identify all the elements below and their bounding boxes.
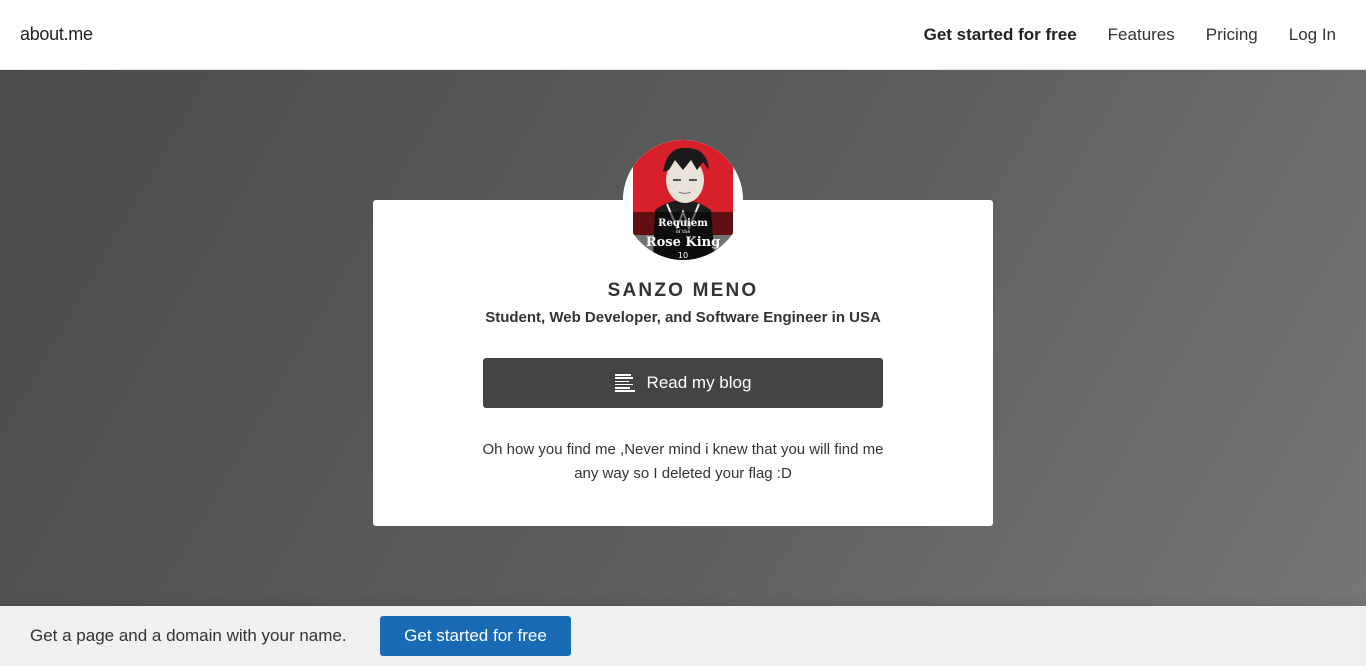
nav-pricing-link[interactable]: Pricing	[1206, 25, 1258, 45]
about-me-logo[interactable]: about.me	[20, 24, 93, 45]
nav-links: Get started for free Features Pricing Lo…	[924, 25, 1336, 45]
avatar-volume: 10	[678, 251, 688, 260]
signup-banner: Get a page and a domain with your name. …	[0, 606, 1366, 666]
profile-name: SANZO MENO	[607, 280, 759, 301]
avatar: Requiem of the Rose King 10	[623, 140, 743, 260]
read-blog-button[interactable]: Read my blog	[483, 358, 883, 408]
avatar-title-line3: Rose King	[646, 235, 720, 250]
nav-login-link[interactable]: Log In	[1289, 25, 1336, 45]
document-lines-icon	[614, 374, 635, 392]
get-started-button[interactable]: Get started for free	[380, 616, 571, 656]
profile-headline: Student, Web Developer, and Software Eng…	[485, 309, 881, 326]
nav-features-link[interactable]: Features	[1108, 25, 1175, 45]
signup-banner-text: Get a page and a domain with your name.	[30, 626, 347, 645]
nav-get-started-link[interactable]: Get started for free	[924, 25, 1077, 45]
read-blog-label: Read my blog	[646, 373, 752, 392]
profile-bio: Oh how you find me ,Never mind i knew th…	[482, 441, 884, 482]
top-navbar: about.me Get started for free Features P…	[0, 0, 1366, 70]
avatar-image: Requiem of the Rose King 10	[623, 140, 743, 260]
avatar-title-line1: Requiem	[658, 218, 708, 229]
